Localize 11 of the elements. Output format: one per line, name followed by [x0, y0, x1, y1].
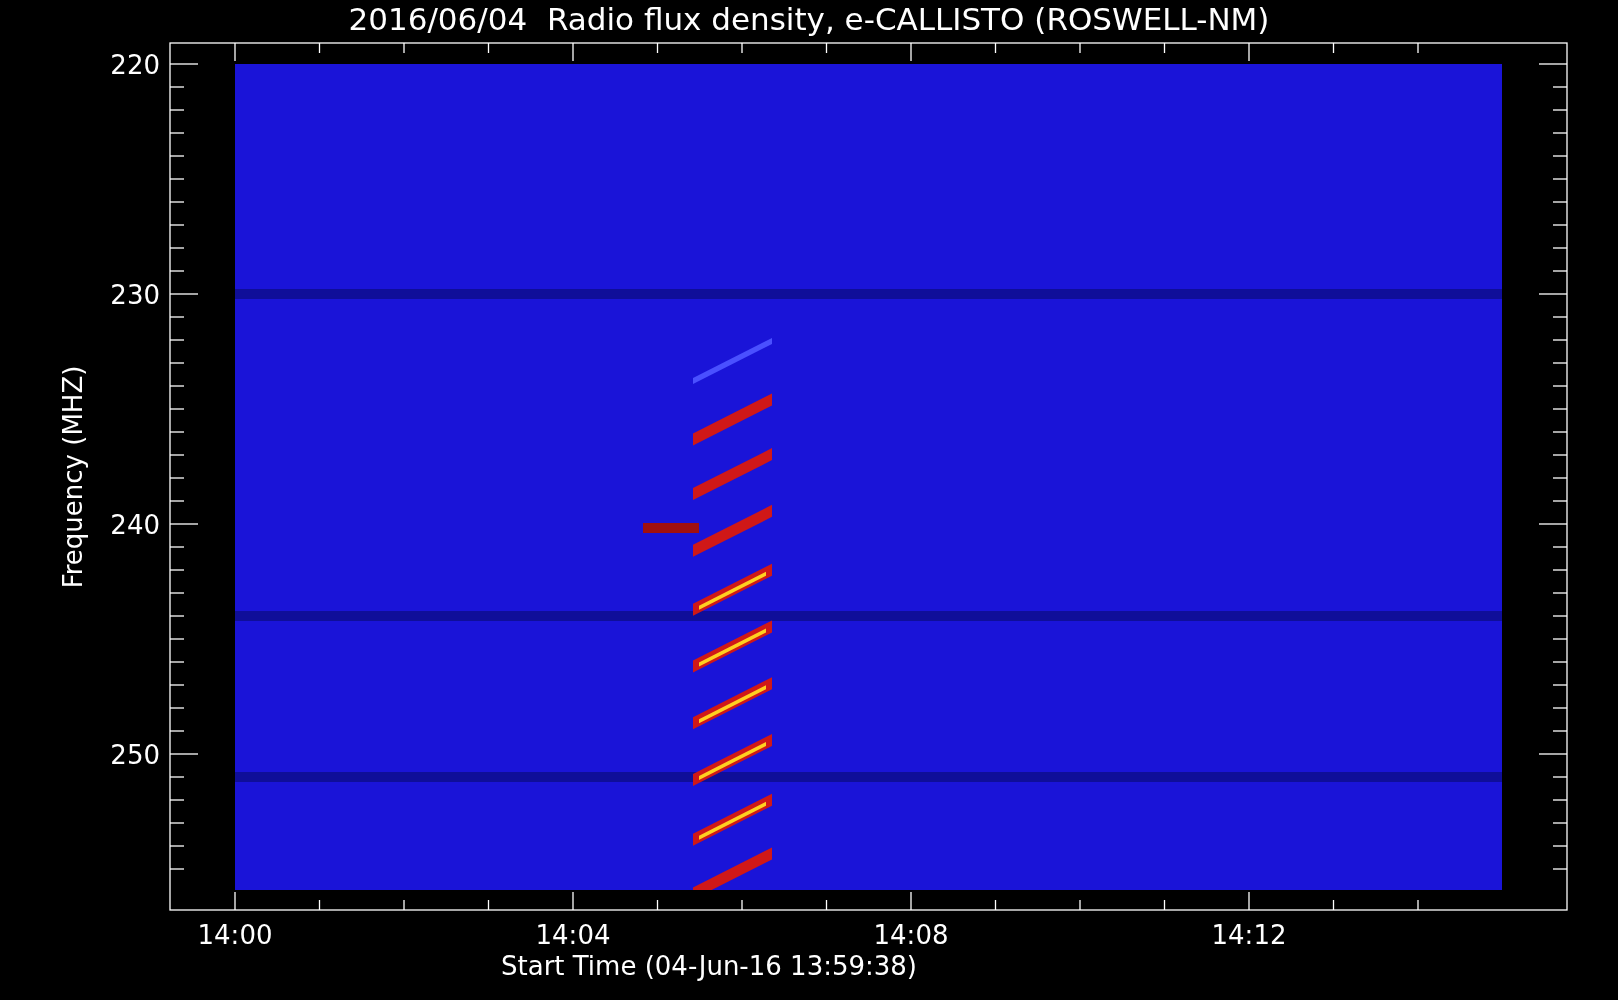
tick-label: 220: [110, 50, 160, 80]
axis-label: Start Time (04-Jun-16 13:59:38): [501, 951, 917, 981]
axis-label: Frequency (MHZ): [58, 365, 88, 589]
tick-label: 14:08: [873, 920, 949, 950]
tick-label: 230: [110, 280, 160, 310]
tick-label: 14:04: [535, 920, 611, 950]
chart-title: 2016/06/04 Radio flux density, e-CALLISTO (ROSWELL-NM): [348, 1, 1270, 37]
tick-label: 240: [110, 510, 160, 540]
tick-label: 14:00: [197, 920, 273, 950]
tick-label: 250: [110, 740, 160, 770]
tick-label: 14:12: [1211, 920, 1287, 950]
